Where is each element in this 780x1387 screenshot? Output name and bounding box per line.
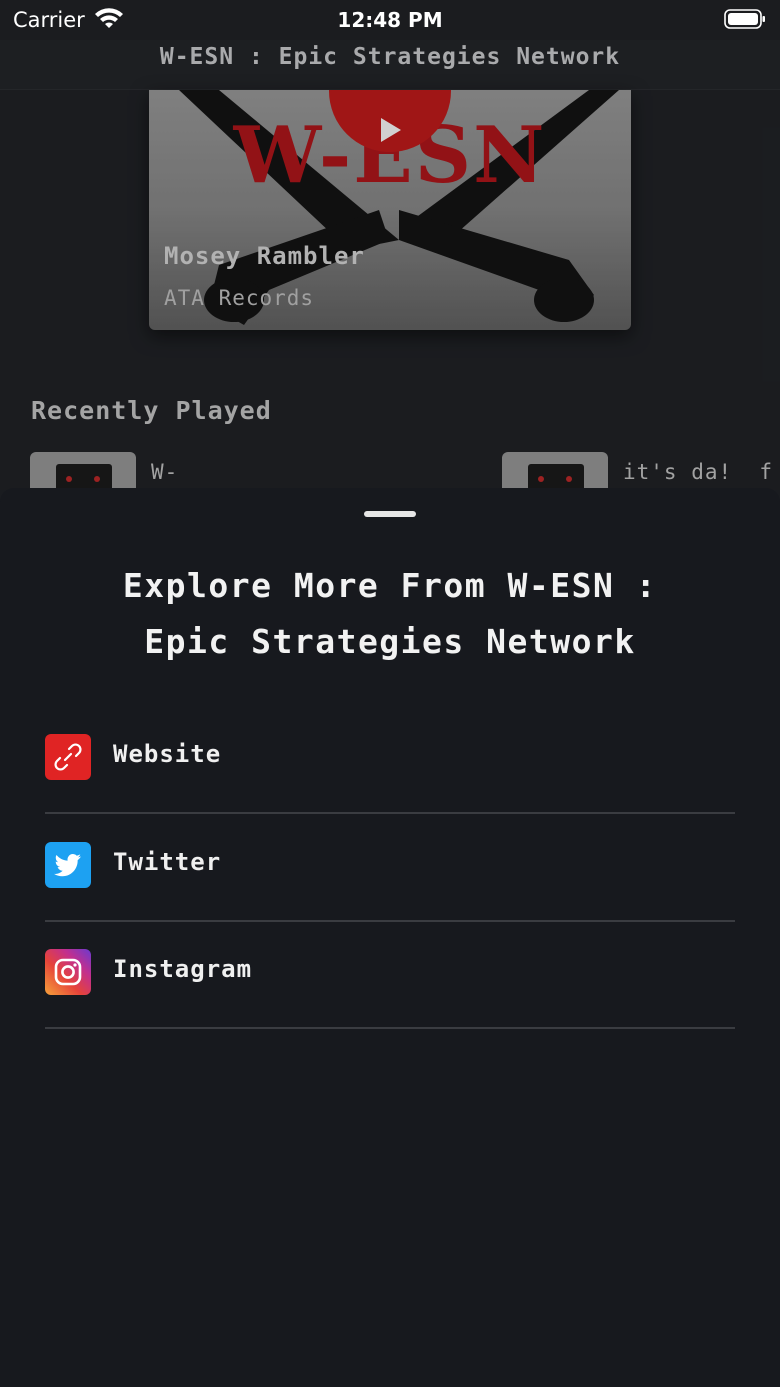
status-bar: Carrier 12:48 PM — [0, 0, 780, 40]
battery-icon — [724, 9, 765, 29]
sheet-grabber[interactable] — [364, 511, 416, 517]
app-screen: W-ESN : Epic Strategies Network W-ESN Mo… — [0, 0, 780, 1387]
dim-overlay — [0, 0, 780, 490]
website-label: Website — [113, 740, 222, 768]
sheet-title-line-1: Explore More From W-ESN : — [122, 566, 658, 605]
background-content: W-ESN : Epic Strategies Network W-ESN Mo… — [0, 0, 780, 492]
sheet-title-line-2: Epic Strategies Network — [144, 622, 636, 661]
instagram-icon — [45, 949, 91, 995]
twitter-icon — [45, 842, 91, 888]
twitter-label: Twitter — [113, 848, 222, 876]
sheet-title: Explore More From W-ESN : Epic Strategie… — [40, 558, 740, 670]
clock: 12:48 PM — [337, 8, 443, 32]
instagram-label: Instagram — [113, 955, 253, 983]
twitter-link-row[interactable]: Twitter — [45, 814, 735, 922]
explore-more-sheet: Explore More From W-ESN : Epic Strategie… — [0, 488, 780, 1387]
website-link-row[interactable]: Website — [45, 706, 735, 814]
instagram-link-row[interactable]: Instagram — [45, 921, 735, 1029]
link-icon — [45, 734, 91, 780]
